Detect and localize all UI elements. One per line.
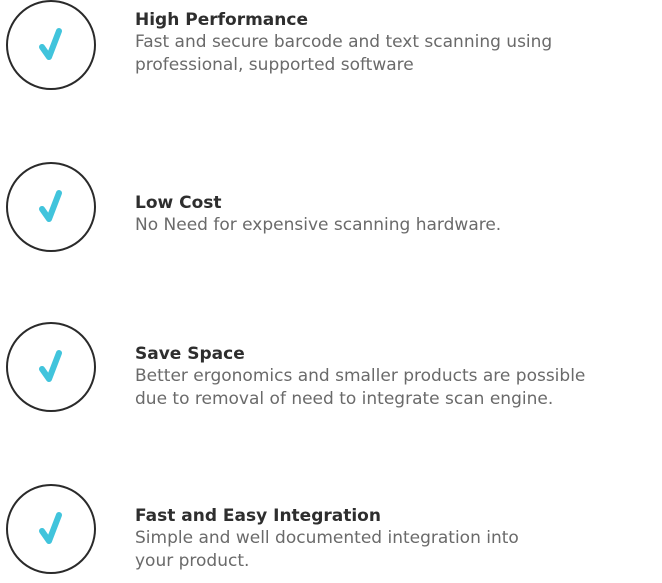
feature-description-line: Fast and secure barcode and text scannin… bbox=[135, 32, 553, 52]
feature-title: Low Cost bbox=[135, 193, 222, 213]
feature-description-line: Simple and well documented integration i… bbox=[135, 528, 519, 548]
checkmark-circle-icon bbox=[6, 162, 96, 252]
checkmark-circle-icon bbox=[6, 484, 96, 574]
feature-title: High Performance bbox=[135, 10, 308, 30]
feature-title: Fast and Easy Integration bbox=[135, 506, 381, 526]
feature-description: Better ergonomics and smaller products a… bbox=[135, 365, 660, 411]
feature-description-line: No Need for expensive scanning hardware. bbox=[135, 215, 502, 235]
feature-description: Fast and secure barcode and text scannin… bbox=[135, 31, 660, 77]
checkmark-circle-icon bbox=[6, 322, 96, 412]
feature-title: Save Space bbox=[135, 344, 245, 364]
feature-description-line: professional, supported software bbox=[135, 55, 414, 75]
feature-description-line: due to removal of need to integrate scan… bbox=[135, 389, 554, 409]
feature-description: No Need for expensive scanning hardware. bbox=[135, 214, 660, 237]
feature-description-line: your product. bbox=[135, 551, 250, 571]
feature-description-line: Better ergonomics and smaller products a… bbox=[135, 366, 586, 386]
checkmark-circle-icon bbox=[6, 0, 96, 90]
feature-description: Simple and well documented integration i… bbox=[135, 527, 660, 573]
